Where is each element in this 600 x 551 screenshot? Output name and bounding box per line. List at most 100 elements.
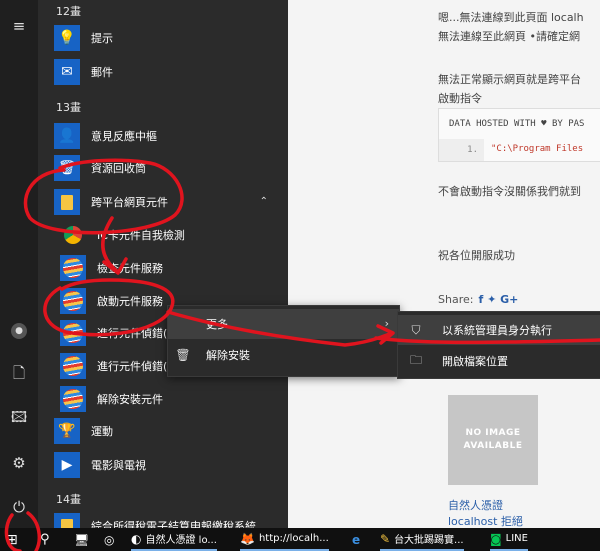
page-text: 不會啟動指令沒關係我們就到: [438, 185, 581, 198]
related-link[interactable]: 自然人憑證: [448, 497, 503, 513]
app-label: 綜合所得稅電子結算申報繳稅系統: [91, 520, 256, 528]
app-folder-web-components[interactable]: 跨平台網頁元件 ⌃: [54, 186, 286, 218]
app-sports[interactable]: 🏆 運動: [54, 415, 286, 447]
trophy-icon: 🏆: [54, 418, 80, 444]
submenu-item-open-location[interactable]: 🗀 開啟檔案位置: [398, 346, 600, 376]
code-line-number: 1.: [439, 139, 484, 161]
recycle-bin-icon: 🗑: [54, 155, 80, 181]
app-tax-folder[interactable]: 綜合所得稅電子結算申報繳稅系統: [54, 510, 286, 528]
hamburger-menu-icon[interactable]: ≡: [0, 8, 38, 44]
app-label: 啟動元件服務: [97, 295, 163, 308]
monitor-icon: 🖥: [74, 532, 90, 547]
related-link[interactable]: localhost 拒絕: [448, 513, 523, 529]
context-menu: 更多 › 🗑 解除安裝: [167, 305, 400, 377]
app-label: 運動: [91, 425, 113, 438]
taskbar-item-label: 自然人憑證 lo...: [145, 535, 217, 546]
context-item-label: 解除安裝: [206, 349, 250, 362]
group-header-14[interactable]: 14畫: [56, 491, 81, 507]
share-bar: Share: f ✦ G+: [438, 293, 518, 306]
firefox-icon: 🦊: [240, 531, 255, 546]
app-uninstall-components[interactable]: 解除安裝元件: [60, 383, 288, 415]
avatar: ●: [11, 323, 27, 339]
app-recycle-bin[interactable]: 🗑 資源回收筒: [54, 152, 286, 184]
folder-icon: [54, 189, 80, 215]
browser-page: 嗯...無法連線到此頁面 localh 無法連線至此網頁 •請確定網 無法正常顯…: [288, 0, 600, 528]
service-icon: [60, 353, 86, 379]
taskbar-item-edge[interactable]: e: [352, 528, 364, 551]
context-item-label: 更多: [206, 318, 228, 331]
app-label: 檢查元件服務: [97, 262, 163, 275]
app-label: 進行元件偵錯(: [97, 327, 168, 340]
group-header-12[interactable]: 12畫: [56, 3, 81, 19]
page-text: 嗯...無法連線到此頁面 localh: [438, 11, 584, 24]
app-label: 資源回收筒: [91, 162, 146, 175]
taskbar-item-browser-2[interactable]: 🦊 http://localh...: [240, 528, 329, 551]
documents-icon[interactable]: 🗋: [0, 357, 38, 393]
line-icon: ◙: [490, 531, 502, 546]
taskbar-item-ptt[interactable]: ✎ 台大批踢踢實...: [380, 528, 464, 551]
app-icon: ◎: [104, 532, 115, 547]
settings-icon[interactable]: ⚙: [0, 445, 38, 481]
context-item-uninstall[interactable]: 🗑 解除安裝: [168, 340, 399, 370]
app-ic-card-selftest[interactable]: IC卡元件自我檢測: [60, 219, 288, 251]
pen-icon: ✎: [380, 531, 391, 546]
windows-start-icon[interactable]: ⊞: [6, 528, 18, 551]
context-submenu: ⛉ 以系統管理員身分執行 🗀 開啟檔案位置: [397, 311, 600, 379]
app-label: 跨平台網頁元件: [91, 196, 168, 209]
share-label: Share:: [438, 293, 474, 306]
page-text: 祝各位開服成功: [438, 249, 515, 262]
folder-location-icon: 🗀: [409, 352, 422, 367]
feedback-icon: 👤: [54, 123, 80, 149]
service-icon: [60, 320, 86, 346]
app-label: 提示: [91, 32, 113, 45]
context-item-more[interactable]: 更多 ›: [168, 309, 399, 339]
page-text: 無法連線至此網頁 •請確定網: [438, 30, 580, 43]
start-app-list: 12畫 💡 提示 ✉ 郵件 13畫 👤 意見反應中樞 🗑 資源回收筒 跨平台網頁…: [38, 0, 288, 528]
app-feedback-hub[interactable]: 👤 意見反應中樞: [54, 120, 286, 152]
taskbar-item-browser-1[interactable]: ◐ 自然人憑證 lo...: [131, 528, 217, 551]
app-label: IC卡元件自我檢測: [97, 229, 185, 242]
taskbar-item-label: LINE: [505, 533, 528, 544]
power-icon[interactable]: ⏻: [0, 489, 38, 525]
no-image-placeholder: NO IMAGE AVAILABLE: [448, 395, 538, 485]
shield-icon: ⛉: [411, 322, 421, 337]
submenu-item-label: 以系統管理員身分執行: [442, 324, 552, 337]
submenu-item-label: 開啟檔案位置: [442, 355, 508, 368]
user-account-icon[interactable]: ●: [0, 313, 38, 349]
edge-icon: e: [352, 532, 361, 547]
app-check-service[interactable]: 檢查元件服務: [60, 252, 288, 284]
pictures-icon[interactable]: 🖾: [0, 401, 38, 437]
submenu-item-run-as-admin[interactable]: ⛉ 以系統管理員身分執行: [398, 315, 600, 345]
share-icons[interactable]: f ✦ G+: [478, 293, 518, 306]
taskbar-item-app[interactable]: ◎: [104, 528, 118, 551]
mail-icon: ✉: [54, 59, 80, 85]
app-label: 電影與電視: [91, 459, 146, 472]
code-block: DATA HOSTED WITH ♥ BY PAS 1. "C:\Program…: [438, 108, 600, 162]
app-label: 意見反應中樞: [91, 130, 157, 143]
taskbar-item-label: 台大批踢踢實...: [394, 535, 464, 546]
movies-icon: ▶: [54, 452, 80, 478]
trash-icon: 🗑: [175, 348, 191, 362]
page-text: 啟動指令: [438, 92, 482, 105]
chevron-up-icon[interactable]: ⌃: [260, 196, 268, 207]
taskbar: ⊞ ⚲ 🖥 ◎ ◐ 自然人憑證 lo... 🦊 http://localh...…: [0, 528, 600, 551]
app-movies-tv[interactable]: ▶ 電影與電視: [54, 449, 286, 481]
lightbulb-icon: 💡: [54, 25, 80, 51]
no-image-text: NO IMAGE: [465, 428, 521, 438]
app-tips[interactable]: 💡 提示: [54, 22, 286, 54]
service-icon: [60, 288, 86, 314]
search-icon[interactable]: ⚲: [40, 528, 50, 551]
folder-icon: [54, 513, 80, 528]
service-icon: [60, 255, 86, 281]
taskbar-item-desktop[interactable]: 🖥: [74, 528, 93, 551]
app-label: 進行元件偵錯(: [97, 360, 168, 373]
group-header-13[interactable]: 13畫: [56, 99, 81, 115]
chevron-right-icon: ›: [384, 317, 389, 330]
code-line: "C:\Program Files: [491, 144, 584, 154]
taskbar-item-line[interactable]: ◙ LINE: [490, 528, 528, 551]
no-image-text: AVAILABLE: [463, 441, 523, 451]
chrome-icon: [60, 222, 86, 248]
app-mail[interactable]: ✉ 郵件: [54, 56, 286, 88]
taskbar-item-label: http://localh...: [258, 533, 329, 544]
start-rail: ≡ ● 🗋 🖾 ⚙ ⏻: [0, 0, 38, 528]
